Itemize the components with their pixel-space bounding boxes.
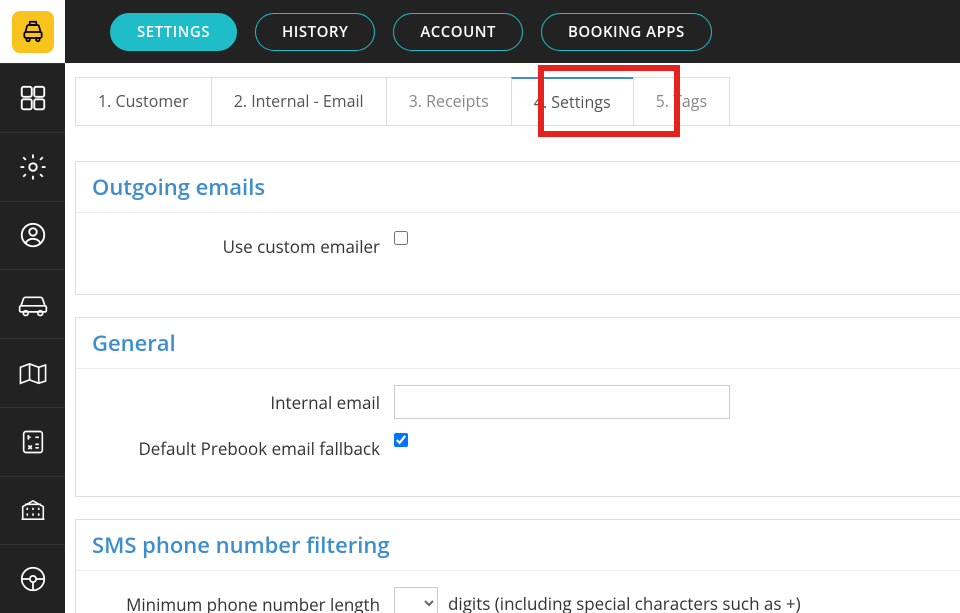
sidebar-item-users[interactable] — [0, 201, 65, 270]
panel-general: General Internal email Default Prebook e… — [75, 317, 960, 497]
select-min-phone-length[interactable] — [394, 587, 438, 613]
panel-title-sms: SMS phone number filtering — [92, 530, 944, 560]
nav-account[interactable]: ACCOUNT — [393, 13, 523, 51]
checkbox-use-custom-emailer[interactable] — [394, 231, 408, 245]
nav-booking-apps[interactable]: BOOKING APPS — [541, 13, 712, 51]
text-min-length-suffix: digits (including special characters suc… — [448, 592, 801, 613]
map-icon — [17, 358, 49, 388]
tabs-row: 1. Customer 2. Internal - Email 3. Recei… — [75, 77, 960, 126]
panel-head-sms: SMS phone number filtering — [76, 520, 960, 571]
top-nav: SETTINGS HISTORY ACCOUNT BOOKING APPS — [110, 13, 712, 51]
user-icon — [18, 220, 48, 250]
nav-settings[interactable]: SETTINGS — [110, 13, 237, 51]
nav-history[interactable]: HISTORY — [255, 13, 375, 51]
sidebar-item-dashboard[interactable] — [0, 63, 65, 132]
gear-icon — [18, 152, 48, 182]
tab-internal-email[interactable]: 2. Internal - Email — [211, 77, 387, 125]
sidebar-item-zones[interactable] — [0, 338, 65, 407]
steering-icon — [18, 564, 48, 594]
tab-tags[interactable]: 5. Tags — [633, 77, 731, 125]
panel-title-general: General — [92, 328, 944, 358]
top-bar: SETTINGS HISTORY ACCOUNT BOOKING APPS — [0, 0, 960, 63]
panel-head-general: General — [76, 318, 960, 369]
panel-outgoing-emails: Outgoing emails Use custom emailer — [75, 161, 960, 295]
panel-sms-filtering: SMS phone number filtering Minimum phone… — [75, 519, 960, 613]
sidebar — [0, 63, 65, 613]
sidebar-item-pricing[interactable] — [0, 407, 65, 476]
label-default-prebook: Default Prebook email fallback — [76, 431, 394, 460]
label-use-custom-emailer: Use custom emailer — [76, 229, 394, 258]
car-icon — [16, 289, 50, 319]
taxi-icon — [20, 19, 46, 45]
building-icon — [17, 495, 49, 525]
sidebar-item-company[interactable] — [0, 476, 65, 545]
tab-settings[interactable]: 4. Settings — [511, 77, 634, 125]
checkbox-default-prebook[interactable] — [394, 433, 408, 447]
tab-customer[interactable]: 1. Customer — [75, 77, 212, 125]
panel-title-outgoing: Outgoing emails — [92, 172, 944, 202]
main-content: 1. Customer 2. Internal - Email 3. Recei… — [65, 63, 960, 613]
calculator-icon — [19, 427, 47, 457]
sidebar-item-drivers[interactable] — [0, 544, 65, 613]
tab-receipts[interactable]: 3. Receipts — [386, 77, 512, 125]
sidebar-item-vehicles[interactable] — [0, 269, 65, 338]
input-internal-email[interactable] — [394, 385, 730, 419]
sidebar-item-settings[interactable] — [0, 132, 65, 201]
grid-icon — [18, 83, 48, 113]
logo-box — [0, 0, 65, 63]
app-logo[interactable] — [12, 11, 54, 53]
label-min-phone-length: Minimum phone number length — [76, 587, 394, 613]
panel-head-outgoing: Outgoing emails — [76, 162, 960, 213]
label-internal-email: Internal email — [76, 385, 394, 414]
